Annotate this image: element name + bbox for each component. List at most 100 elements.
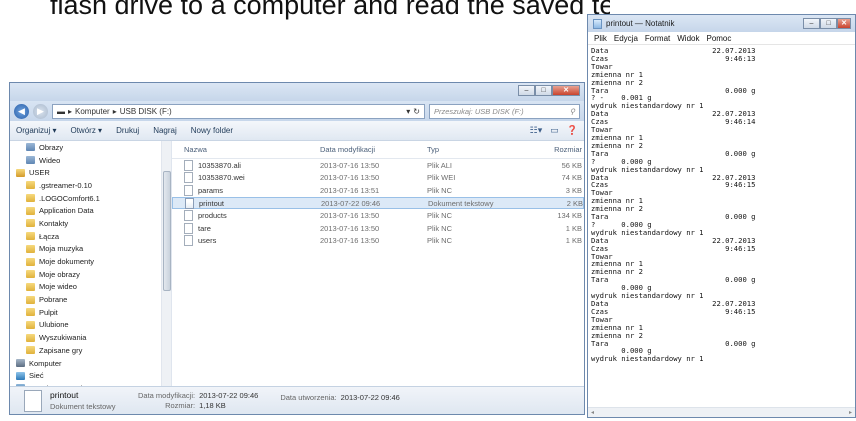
- view-options-icon[interactable]: ☷▾: [530, 125, 543, 136]
- file-row[interactable]: users 2013-07-16 13:50 Plik NC 1 KB: [172, 235, 584, 248]
- nav-item[interactable]: Kontakty: [10, 217, 171, 230]
- nav-item[interactable]: Sieć: [10, 369, 171, 382]
- nav-item[interactable]: Pobrane: [10, 293, 171, 306]
- notepad-minimize-button[interactable]: –: [803, 18, 820, 29]
- column-size[interactable]: Rozmiar: [522, 145, 582, 154]
- file-name: params: [198, 185, 224, 195]
- file-date-cell: 2013-07-16 13:50: [320, 223, 380, 233]
- nav-item-label: Zapisane gry: [39, 345, 83, 355]
- file-size-cell: 1 KB: [565, 236, 582, 246]
- nav-item[interactable]: Ulubione: [10, 319, 171, 332]
- scroll-right-icon[interactable]: ▸: [849, 409, 852, 416]
- search-input[interactable]: Przeszukaj: USB DISK (F:) ⚲: [429, 103, 580, 119]
- notepad-menu-item[interactable]: Pomoc: [706, 34, 731, 43]
- notepad-menu-item[interactable]: Edycja: [614, 34, 638, 43]
- forward-button[interactable]: ▶: [33, 103, 48, 119]
- file-name: users: [198, 236, 217, 246]
- notepad-h-scrollbar[interactable]: ◂ ▸: [588, 407, 855, 417]
- new-folder-button[interactable]: Nowy folder: [191, 126, 233, 135]
- size-label: Rozmiar:: [165, 401, 196, 410]
- notepad-menu-item[interactable]: Widok: [677, 34, 699, 43]
- burn-button[interactable]: Nagraj: [153, 126, 177, 135]
- file-row[interactable]: products 2013-07-16 13:50 Plik NC 134 KB: [172, 209, 584, 222]
- column-name[interactable]: Nazwa: [172, 145, 320, 154]
- search-icon[interactable]: ⚲: [570, 107, 576, 116]
- print-button[interactable]: Drukuj: [116, 126, 139, 135]
- file-date-cell: 2013-07-22 09:46: [321, 198, 381, 208]
- notepad-menu-item[interactable]: Plik: [594, 34, 607, 43]
- file-row[interactable]: 10353870.ali 2013-07-16 13:50 Plik ALI 56 K…: [172, 159, 584, 172]
- nav-item-label: Wyszukiwania: [39, 333, 87, 343]
- nav-item[interactable]: Wyszukiwania: [10, 331, 171, 344]
- nav-item[interactable]: Zapisane gry: [10, 344, 171, 357]
- nav-scroll-thumb[interactable]: [163, 171, 171, 291]
- nav-item-label: Ulubione: [39, 320, 69, 330]
- nav-item-label: .gstreamer-0.10: [39, 180, 92, 190]
- nav-item-label: Pobrane: [39, 295, 68, 305]
- breadcrumb-usb[interactable]: USB DISK (F:): [120, 107, 172, 116]
- notepad-maximize-button[interactable]: □: [820, 18, 837, 29]
- network-icon: [16, 371, 25, 380]
- notepad-menu-item[interactable]: Format: [645, 34, 670, 43]
- nav-item[interactable]: Komputer: [10, 357, 171, 370]
- nav-scrollbar[interactable]: [161, 141, 171, 386]
- file-size-cell: 56 KB: [561, 160, 582, 170]
- navigation-pane: Obrazy Wideo USER .gstreamer-0.10 .LOGOComfo…: [10, 141, 172, 386]
- nav-item[interactable]: Pulpit: [10, 306, 171, 319]
- column-type[interactable]: Typ: [427, 145, 522, 154]
- details-created: Data utworzenia: 2013-07-22 09:46: [280, 393, 400, 402]
- notepad-text-area[interactable]: Data 22.07.2013 Czas 9:46:13 Towar zmien…: [588, 46, 855, 407]
- file-icon: [184, 210, 193, 222]
- nav-item-label: Moje dokumenty: [39, 257, 95, 267]
- nav-item[interactable]: Moje dokumenty: [10, 255, 171, 268]
- file-size-cell: 2 KB: [566, 198, 583, 208]
- file-name: 10353870.wei: [198, 173, 245, 183]
- refresh-icon[interactable]: ↻: [413, 107, 420, 116]
- minimize-button[interactable]: –: [518, 85, 535, 96]
- nav-item[interactable]: .LOGOComfort6.1: [10, 192, 171, 205]
- nav-item[interactable]: Moje wideo: [10, 281, 171, 294]
- nav-item[interactable]: Application Data: [10, 204, 171, 217]
- file-row[interactable]: printout 2013-07-22 09:46 Dokument tekstow…: [172, 196, 584, 210]
- explorer-body: Obrazy Wideo USER .gstreamer-0.10 .LOGOComfo…: [10, 141, 584, 386]
- address-bar[interactable]: ▬ ▸ Komputer ▸ USB DISK (F:) ▾ ↻: [52, 103, 425, 119]
- open-menu[interactable]: Otwórz ▾: [70, 126, 102, 135]
- file-date-cell: 2013-07-16 13:50: [320, 211, 380, 221]
- file-icon: [185, 197, 194, 209]
- nav-item[interactable]: Łącza: [10, 230, 171, 243]
- close-button[interactable]: ✕: [552, 85, 580, 96]
- notepad-icon: [593, 18, 602, 29]
- file-date-cell: 2013-07-16 13:50: [320, 173, 380, 183]
- file-name-cell: products: [172, 210, 320, 222]
- computer-icon: [16, 359, 25, 368]
- file-row[interactable]: 10353870.wei 2013-07-16 13:50 Plik WEI 74 K…: [172, 172, 584, 185]
- file-row[interactable]: params 2013-07-16 13:51 Plik NC 3 KB: [172, 184, 584, 197]
- file-date-cell: 2013-07-16 13:51: [320, 185, 380, 195]
- file-row[interactable]: tare 2013-07-16 13:50 Plik NC 1 KB: [172, 222, 584, 235]
- notepad-close-button[interactable]: ✕: [837, 18, 851, 29]
- help-icon[interactable]: ❓: [567, 125, 578, 136]
- breadcrumb-computer[interactable]: Komputer: [75, 107, 110, 116]
- folder-icon: [26, 232, 35, 241]
- window-controls: – □ ✕: [518, 85, 580, 96]
- created-label: Data utworzenia:: [280, 393, 337, 402]
- nav-item[interactable]: Moja muzyka: [10, 243, 171, 256]
- back-button[interactable]: ◀: [14, 103, 29, 119]
- folder-icon: [26, 244, 35, 253]
- nav-item[interactable]: Obrazy: [10, 141, 171, 154]
- nav-item[interactable]: USER: [10, 166, 171, 179]
- folder-icon: [26, 257, 35, 266]
- column-date[interactable]: Data modyfikacji: [320, 145, 427, 154]
- scroll-left-icon[interactable]: ◂: [591, 409, 594, 416]
- preview-pane-icon[interactable]: ▭: [550, 125, 559, 136]
- dropdown-icon[interactable]: ▾: [406, 107, 410, 116]
- nav-item[interactable]: .gstreamer-0.10: [10, 179, 171, 192]
- maximize-button[interactable]: □: [535, 85, 552, 96]
- nav-item-label: Wideo: [39, 155, 61, 165]
- address-row: ◀ ▶ ▬ ▸ Komputer ▸ USB DISK (F:) ▾ ↻ Prz…: [10, 101, 584, 121]
- nav-item[interactable]: Wideo: [10, 154, 171, 167]
- details-meta: Data modyfikacji: 2013-07-22 09:46 Rozmi…: [138, 391, 258, 410]
- nav-item[interactable]: Moje obrazy: [10, 268, 171, 281]
- organize-menu[interactable]: Organizuj ▾: [16, 126, 56, 135]
- details-pane: printout Dokument tekstowy Data modyfika…: [10, 386, 584, 414]
